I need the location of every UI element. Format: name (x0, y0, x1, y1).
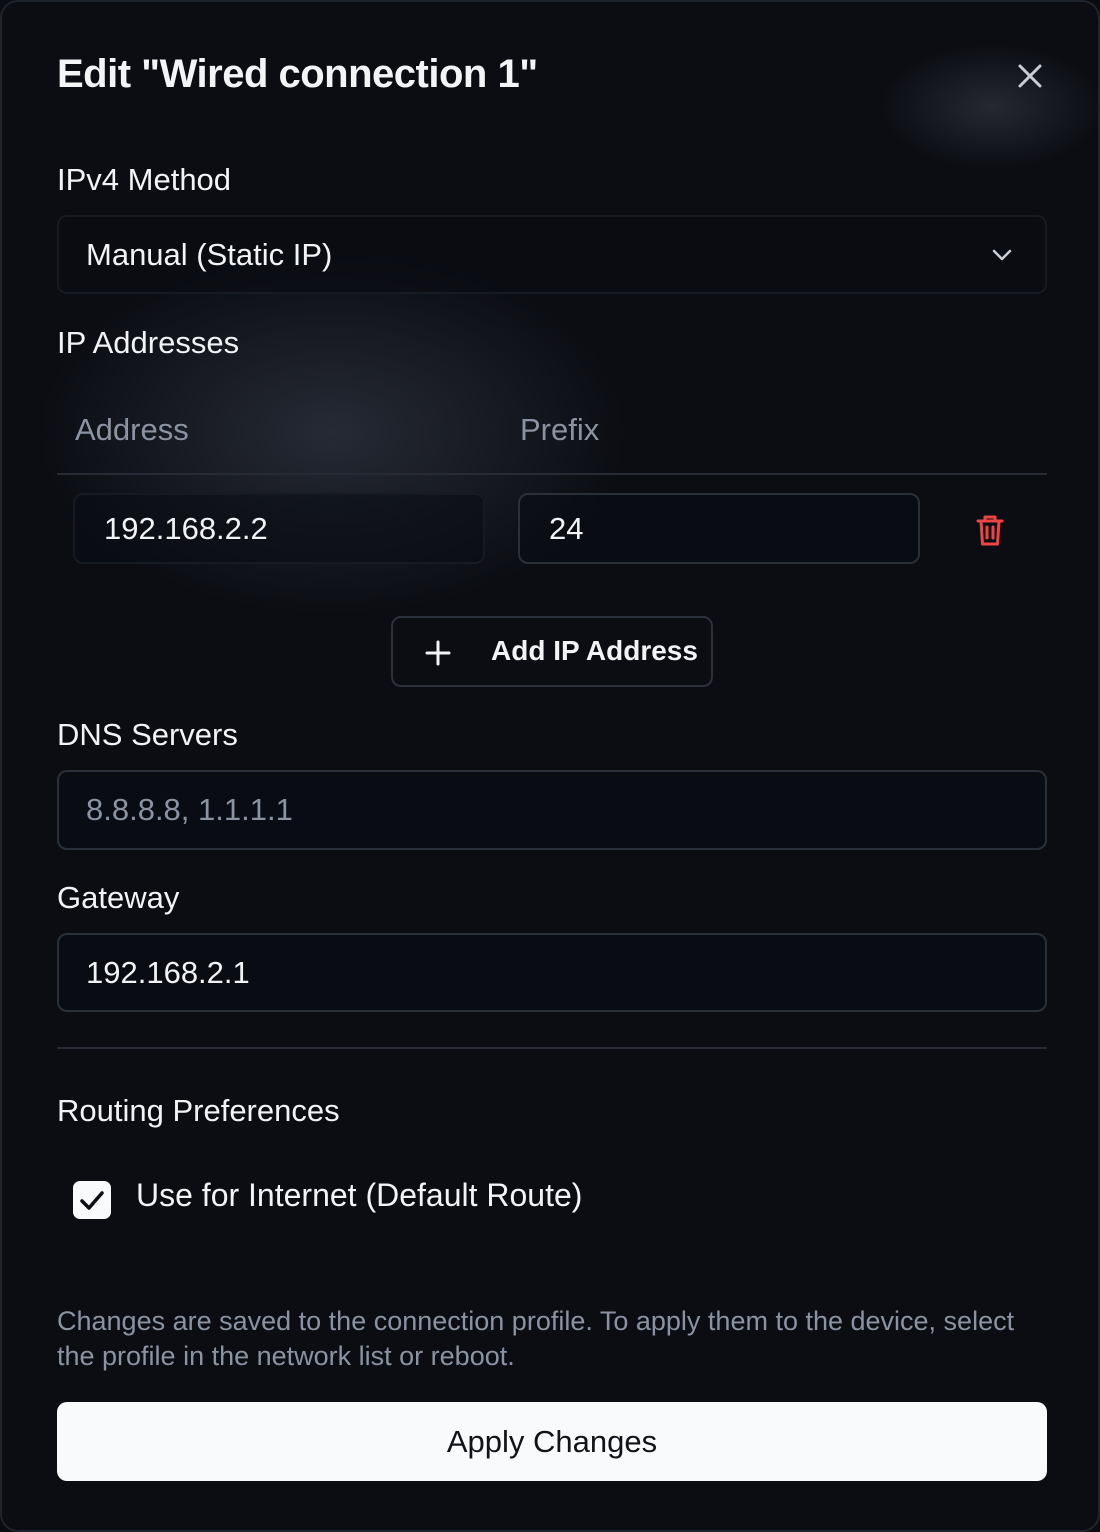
column-header-prefix: Prefix (520, 412, 600, 447)
apply-changes-button[interactable]: Apply Changes (57, 1402, 1047, 1481)
address-value: 192.168.2.2 (104, 511, 268, 546)
changes-note: Changes are saved to the connection prof… (57, 1306, 1015, 1371)
prefix-value: 24 (549, 511, 584, 546)
dialog-title: Edit "Wired connection 1" (57, 52, 538, 96)
gateway-input[interactable]: 192.168.2.1 (57, 933, 1047, 1012)
gateway-value: 192.168.2.1 (86, 955, 250, 990)
address-input[interactable]: 192.168.2.2 (73, 493, 485, 564)
ipv4-method-label: IPv4 Method (57, 162, 232, 197)
dns-servers-placeholder: 8.8.8.8, 1.1.1.1 (86, 792, 293, 827)
close-button[interactable] (1010, 56, 1050, 96)
dns-servers-input[interactable]: 8.8.8.8, 1.1.1.1 (57, 770, 1047, 850)
add-ip-address-label: Add IP Address (491, 635, 698, 666)
column-header-address: Address (75, 412, 189, 447)
chevron-down-icon (992, 249, 1012, 261)
table-header-divider (57, 473, 1047, 475)
trash-icon (976, 515, 1004, 546)
add-ip-address-button[interactable]: Add IP Address (391, 616, 713, 687)
dns-servers-label: DNS Servers (57, 717, 238, 752)
prefix-input[interactable]: 24 (518, 493, 920, 564)
default-route-checkbox[interactable] (73, 1181, 111, 1219)
checkmark-icon (80, 1191, 104, 1210)
ipv4-method-value: Manual (Static IP) (86, 237, 333, 272)
ip-addresses-label: IP Addresses (57, 325, 240, 360)
default-route-label[interactable]: Use for Internet (Default Route) (136, 1177, 582, 1214)
gateway-label: Gateway (57, 880, 180, 915)
ipv4-method-select[interactable]: Manual (Static IP) (57, 215, 1047, 294)
routing-preferences-label: Routing Preferences (57, 1093, 340, 1128)
section-divider (57, 1047, 1047, 1049)
plus-icon (425, 640, 451, 666)
delete-address-button[interactable] (970, 510, 1010, 550)
edit-connection-dialog: Edit "Wired connection 1" IPv4 Method Ma… (0, 0, 1100, 1532)
close-icon (1018, 64, 1042, 88)
